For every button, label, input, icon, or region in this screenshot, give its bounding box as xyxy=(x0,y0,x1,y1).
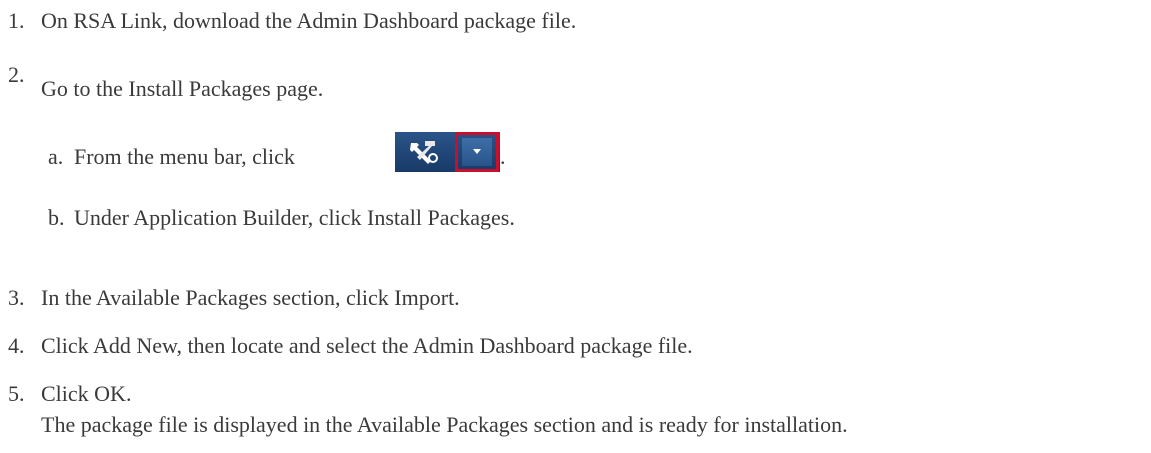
step-1: 1. On RSA Link, download the Admin Dashb… xyxy=(8,8,576,34)
step-text: Click Add New, then locate and select th… xyxy=(41,333,693,358)
step-number: 3. xyxy=(8,285,25,310)
chevron-down-icon xyxy=(462,138,492,166)
substep-letter: b. xyxy=(48,205,65,230)
step-3: 3. In the Available Packages section, cl… xyxy=(8,285,460,311)
step-text: Click OK. xyxy=(41,381,132,406)
substep-text: From the menu bar, click xyxy=(74,144,295,169)
step-number: 5. xyxy=(8,381,25,406)
step-text: On RSA Link, download the Admin Dashboar… xyxy=(41,8,577,33)
tools-icon xyxy=(395,132,453,172)
step-5-result: The package file is displayed in the Ava… xyxy=(41,412,848,437)
step-text: Go to the Install Packages page. xyxy=(41,76,324,101)
step-5: 5. Click OK. xyxy=(8,381,131,407)
step-text: In the Available Packages section, click… xyxy=(41,285,460,310)
step-number: 4. xyxy=(8,333,25,358)
step-4: 4. Click Add New, then locate and select… xyxy=(8,333,693,359)
step-number: 2. xyxy=(8,62,25,87)
substep-b: b. Under Application Builder, click Inst… xyxy=(48,205,515,231)
substep-letter: a. xyxy=(48,144,64,169)
dropdown-highlight xyxy=(455,132,499,172)
step-number: 1. xyxy=(8,8,25,33)
substep-a-suffix: . xyxy=(500,144,506,169)
substep-a: a. From the menu bar, click xyxy=(48,144,295,170)
menu-bar-toolbar-image xyxy=(395,132,500,172)
substep-text: Under Application Builder, click Install… xyxy=(74,205,515,230)
